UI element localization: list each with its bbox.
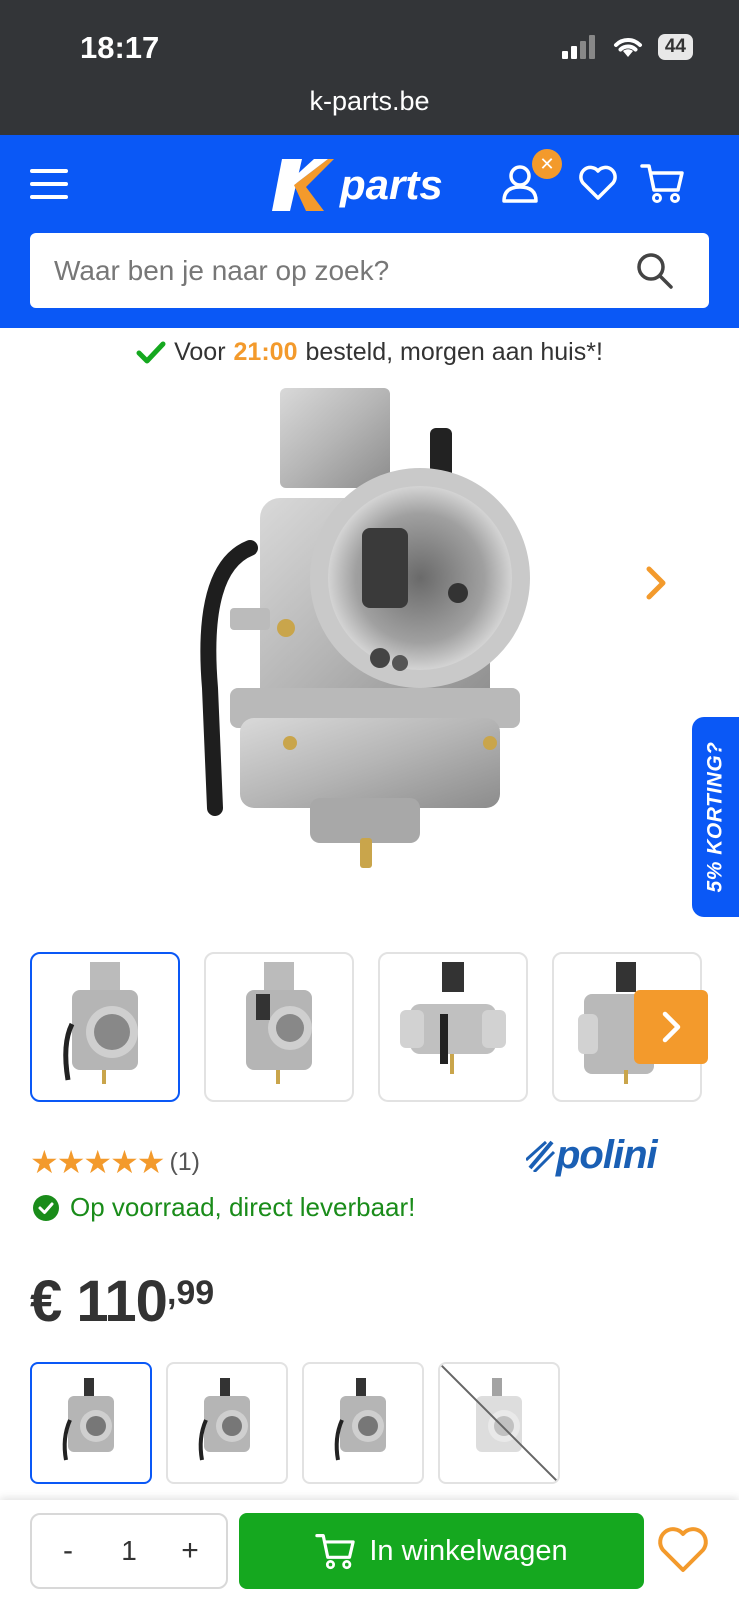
battery-indicator: 44 [657,34,693,60]
discount-side-tab[interactable]: 5% KORTING? [692,717,739,917]
chevron-right-icon [662,1011,681,1043]
rating-stars: ★★★★★ [30,1144,165,1180]
variant-image [334,1378,386,1461]
product-main-image[interactable] [190,388,550,878]
thumbnail-image [63,962,138,1084]
variant-image [62,1378,114,1461]
search-icon[interactable] [635,251,675,291]
delivery-promo: Voor 21:00 besteld, morgen aan huis*! [0,338,739,367]
k-parts-logo[interactable]: parts [272,155,443,215]
search-bar[interactable] [30,233,709,308]
image-next-arrow-icon[interactable] [644,565,668,601]
account-badge: ✕ [532,149,562,179]
stock-status: Op voorraad, direct leverbaar! [32,1192,415,1223]
heart-icon [658,1527,708,1572]
polini-logo-mark [526,1140,556,1172]
cart-icon [640,164,684,203]
site-header: parts ✕ [0,135,739,328]
thumbnail-1[interactable] [30,952,180,1102]
promo-time: 21:00 [233,338,298,366]
thumbnail-image [246,962,312,1084]
thumbnail-2[interactable] [204,952,354,1102]
variant-image [440,1364,558,1482]
logo-k-mark [272,159,334,211]
stock-check-icon [33,1194,59,1221]
add-to-cart-label: In winkelwagen [369,1534,568,1567]
price-main: € 110 [30,1269,168,1334]
status-icons: 44 [561,34,693,60]
thumbnail-image [400,962,506,1074]
wifi-icon [613,38,642,57]
promo-prefix: Voor [174,338,226,366]
variant-option-3[interactable] [302,1362,424,1484]
rating-count: (1) [169,1147,200,1176]
cart-button[interactable] [640,162,684,209]
browser-url[interactable]: k-parts.be [0,86,739,117]
signal-icon [561,35,595,59]
stock-text: Op voorraad, direct leverbaar! [70,1192,416,1222]
promo-suffix: besteld, morgen aan huis*! [305,338,603,366]
discount-side-tab-label: 5% KORTING? [703,741,727,893]
thumbnails-next-button[interactable] [634,990,708,1064]
product-rating[interactable]: ★★★★★ (1) [30,1143,200,1181]
hamburger-menu-icon[interactable] [30,169,68,201]
brand-name: polini [556,1132,658,1177]
checkmark-icon [136,341,166,363]
brand-logo[interactable]: polini [526,1130,658,1180]
price-cents: ,99 [166,1274,215,1312]
quantity-value[interactable]: 1 [121,1535,137,1567]
add-to-cart-button[interactable]: In winkelwagen [239,1513,644,1589]
variant-image [198,1378,250,1461]
wishlist-button[interactable] [578,165,618,206]
bottom-action-bar: - 1 + In winkelwagen [0,1500,739,1600]
add-to-wishlist-button[interactable] [656,1526,710,1579]
variant-option-2[interactable] [166,1362,288,1484]
search-input[interactable] [54,233,614,308]
logo-text: parts [340,161,443,208]
cart-icon [315,1534,356,1570]
product-price: € 110 ,99 [30,1268,214,1335]
variant-option-1[interactable] [30,1362,152,1484]
status-time: 18:17 [80,30,160,65]
thumbnail-3[interactable] [378,952,528,1102]
status-bar: 18:17 44 k-parts.be [0,0,739,135]
quantity-increase-button[interactable]: + [178,1534,202,1568]
quantity-stepper: - 1 + [30,1513,228,1589]
quantity-decrease-button[interactable]: - [56,1534,80,1568]
variant-option-4-unavailable[interactable] [438,1362,560,1484]
heart-icon [579,165,617,200]
